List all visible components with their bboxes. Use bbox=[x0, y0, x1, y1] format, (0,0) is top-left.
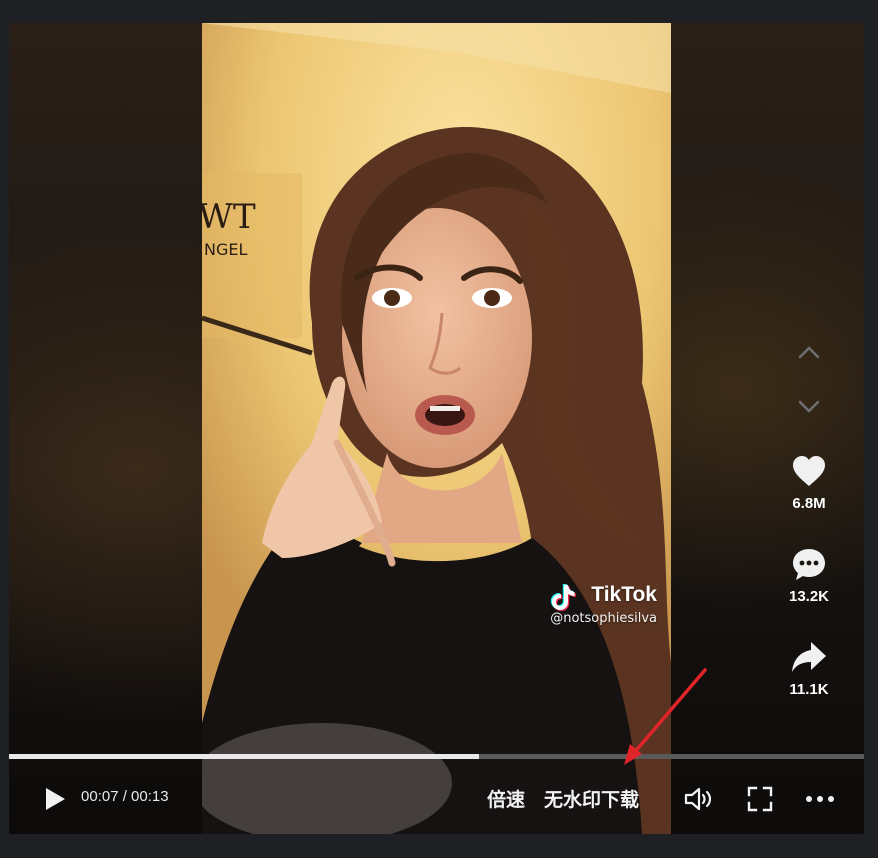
heart-icon bbox=[793, 456, 825, 486]
wall-text-bottom: NGEL bbox=[204, 240, 247, 259]
chevron-down-icon bbox=[798, 400, 820, 413]
comment-button[interactable] bbox=[775, 545, 843, 583]
fullscreen-button[interactable] bbox=[744, 785, 776, 813]
share-action: 11.1K bbox=[775, 638, 843, 698]
next-video-button[interactable] bbox=[789, 387, 829, 427]
play-icon bbox=[46, 788, 65, 810]
volume-icon bbox=[684, 787, 712, 811]
share-count: 11.1K bbox=[789, 681, 829, 698]
comment-action: 13.2K bbox=[775, 545, 843, 605]
like-count: 6.8M bbox=[792, 495, 826, 512]
video-still: WT NGEL bbox=[202, 23, 671, 834]
comment-icon bbox=[793, 549, 825, 580]
download-no-watermark-button[interactable]: 无水印下载 bbox=[544, 785, 639, 812]
previous-video-button[interactable] bbox=[789, 332, 829, 372]
share-button[interactable] bbox=[775, 638, 843, 676]
play-button[interactable] bbox=[42, 786, 68, 812]
control-bar: 00:07 / 00:13 倍速 无水印下载 bbox=[9, 759, 864, 834]
creator-handle[interactable]: @notsophiesilva bbox=[550, 611, 657, 626]
time-display: 00:07 / 00:13 bbox=[81, 788, 169, 805]
tiktok-watermark: TikTok @notsophiesilva bbox=[550, 583, 657, 626]
video-player: WT NGEL TikTok @notsophiesilva 6.8M 13.2… bbox=[9, 23, 864, 834]
tiktok-brand-text: TikTok bbox=[591, 583, 657, 606]
comment-count: 13.2K bbox=[788, 588, 830, 605]
wall-text-top: WT bbox=[202, 197, 256, 237]
playback-speed-button[interactable]: 倍速 bbox=[487, 785, 525, 812]
more-options-button[interactable] bbox=[804, 785, 836, 813]
share-icon bbox=[792, 642, 826, 672]
fullscreen-icon bbox=[747, 786, 773, 812]
volume-button[interactable] bbox=[683, 785, 715, 813]
more-icon bbox=[806, 796, 834, 802]
like-action: 6.8M bbox=[775, 452, 843, 512]
chevron-up-icon bbox=[798, 346, 820, 359]
like-button[interactable] bbox=[775, 452, 843, 490]
video-frame[interactable]: WT NGEL TikTok @notsophiesilva bbox=[202, 23, 671, 834]
